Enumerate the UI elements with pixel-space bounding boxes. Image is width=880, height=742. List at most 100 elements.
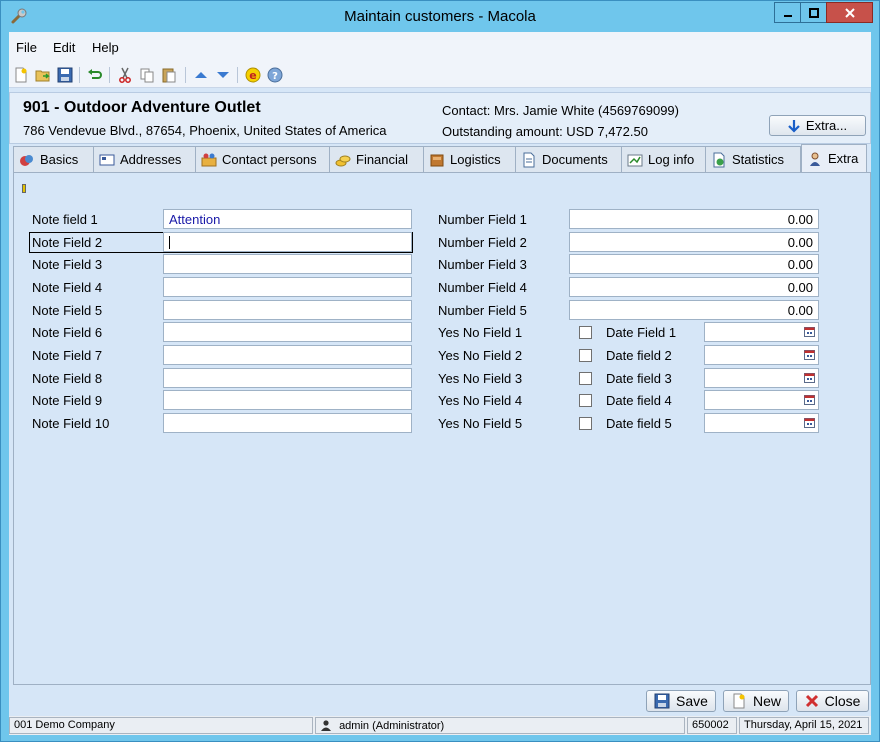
minimize-button[interactable] bbox=[774, 2, 801, 23]
tab-logistics[interactable]: Logistics bbox=[423, 146, 517, 172]
customer-address: 786 Vendevue Blvd., 87654, Phoenix, Unit… bbox=[23, 123, 387, 138]
document-icon bbox=[523, 152, 535, 167]
note-field-5-input[interactable] bbox=[163, 300, 412, 320]
date-field-1-label: Date Field 1 bbox=[606, 325, 677, 340]
close-button-label: Close bbox=[824, 693, 861, 709]
toolbar-separator bbox=[79, 67, 80, 83]
yesno-field-3-checkbox[interactable] bbox=[579, 372, 592, 385]
window-controls bbox=[774, 2, 873, 23]
tab-documents[interactable]: Documents bbox=[515, 146, 623, 172]
undo-icon[interactable] bbox=[87, 67, 103, 83]
note-field-7-label: Note Field 7 bbox=[32, 348, 103, 363]
number-field-5-label: Number Field 5 bbox=[438, 303, 527, 318]
note-field-10-label: Note Field 10 bbox=[32, 416, 110, 431]
number-field-1-label: Number Field 1 bbox=[438, 212, 527, 227]
calendar-icon[interactable] bbox=[804, 395, 815, 405]
yesno-field-2-checkbox[interactable] bbox=[579, 349, 592, 362]
user-icon bbox=[321, 720, 331, 731]
svg-text:e: e bbox=[249, 69, 256, 82]
tab-financial[interactable]: Financial bbox=[329, 146, 425, 172]
app-window: Maintain customers - Macola File Edit He… bbox=[0, 0, 880, 742]
number-field-1-input[interactable]: 0.00 bbox=[569, 209, 819, 229]
svg-text:?: ? bbox=[272, 71, 278, 82]
number-field-3-input[interactable]: 0.00 bbox=[569, 254, 819, 274]
arrow-down-icon bbox=[788, 119, 800, 133]
new-button[interactable]: New bbox=[723, 690, 789, 712]
note-field-2-input[interactable] bbox=[163, 232, 412, 252]
note-field-10-input[interactable] bbox=[163, 413, 412, 433]
date-field-2-input[interactable] bbox=[704, 345, 819, 365]
status-user: admin (Administrator) bbox=[339, 720, 445, 732]
new-icon bbox=[733, 693, 745, 709]
log-icon bbox=[627, 154, 643, 166]
menu-file[interactable]: File bbox=[16, 40, 37, 55]
note-field-4-input[interactable] bbox=[163, 277, 412, 297]
person-icon bbox=[810, 152, 820, 166]
date-field-5-label: Date field 5 bbox=[606, 416, 672, 431]
tab-addresses[interactable]: Addresses bbox=[93, 146, 197, 172]
window-title: Maintain customers - Macola bbox=[344, 8, 536, 25]
calendar-icon[interactable] bbox=[804, 327, 815, 337]
status-bar: 001 Demo Company admin (Administrator) 6… bbox=[9, 716, 871, 735]
yesno-field-1-checkbox[interactable] bbox=[579, 326, 592, 339]
date-field-4-input[interactable] bbox=[704, 390, 819, 410]
previous-icon[interactable] bbox=[193, 67, 209, 83]
note-field-1-input[interactable]: Attention bbox=[163, 209, 412, 229]
customer-title: 901 - Outdoor Adventure Outlet bbox=[23, 99, 261, 116]
date-field-5-input[interactable] bbox=[704, 413, 819, 433]
menu-edit[interactable]: Edit bbox=[53, 40, 75, 55]
maximize-icon bbox=[808, 7, 819, 18]
note-field-4-label: Note Field 4 bbox=[32, 280, 103, 295]
close-window-button[interactable] bbox=[826, 2, 873, 23]
maximize-button[interactable] bbox=[800, 2, 827, 23]
note-field-9-input[interactable] bbox=[163, 390, 412, 410]
number-field-4-input[interactable]: 0.00 bbox=[569, 277, 819, 297]
new-icon[interactable] bbox=[13, 67, 29, 83]
customer-contact: Contact: Mrs. Jamie White (4569769099) bbox=[442, 103, 679, 118]
close-button[interactable]: Close bbox=[796, 690, 869, 712]
date-field-4-label: Date field 4 bbox=[606, 393, 672, 408]
note-field-6-label: Note Field 6 bbox=[32, 325, 103, 340]
help-icon[interactable]: ? bbox=[267, 67, 283, 83]
note-field-6-input[interactable] bbox=[163, 322, 412, 342]
date-field-1-input[interactable] bbox=[704, 322, 819, 342]
tab-contact-persons[interactable]: Contact persons bbox=[195, 146, 331, 172]
yesno-field-4-checkbox[interactable] bbox=[579, 394, 592, 407]
tab-label: Basics bbox=[40, 152, 79, 167]
tab-extra[interactable]: Extra bbox=[801, 144, 867, 172]
tab-strip: Basics Addresses Contact persons Financi… bbox=[13, 144, 871, 172]
extra-button[interactable]: Extra... bbox=[769, 115, 866, 136]
tab-statistics[interactable]: Statistics bbox=[705, 146, 801, 172]
note-field-3-input[interactable] bbox=[163, 254, 412, 274]
calendar-icon[interactable] bbox=[804, 373, 815, 383]
note-field-8-label: Note Field 8 bbox=[32, 371, 103, 386]
menu-help[interactable]: Help bbox=[92, 40, 119, 55]
tab-basics[interactable]: Basics bbox=[13, 146, 95, 172]
paste-icon[interactable] bbox=[161, 67, 177, 83]
tab-log-info[interactable]: Log info bbox=[621, 146, 707, 172]
save-button[interactable]: Save bbox=[646, 690, 716, 712]
date-field-3-input[interactable] bbox=[704, 368, 819, 388]
note-field-1-label: Note field 1 bbox=[32, 212, 98, 227]
cut-icon[interactable] bbox=[117, 67, 133, 83]
open-icon[interactable] bbox=[35, 67, 51, 83]
title-bar[interactable]: Maintain customers - Macola bbox=[1, 1, 879, 32]
note-field-2-label: Note Field 2 bbox=[32, 235, 103, 250]
yesno-field-5-checkbox[interactable] bbox=[579, 417, 592, 430]
note-field-8-input[interactable] bbox=[163, 368, 412, 388]
note-field-7-input[interactable] bbox=[163, 345, 412, 365]
number-field-2-input[interactable]: 0.00 bbox=[569, 232, 819, 252]
note-field-3-label: Note Field 3 bbox=[32, 257, 103, 272]
next-icon[interactable] bbox=[215, 67, 231, 83]
status-company: 001 Demo Company bbox=[9, 717, 313, 734]
number-field-2-label: Number Field 2 bbox=[438, 235, 527, 250]
close-x-icon bbox=[805, 694, 818, 708]
copy-icon[interactable] bbox=[139, 67, 155, 83]
calendar-icon[interactable] bbox=[804, 418, 815, 428]
basics-icon bbox=[20, 154, 33, 166]
save-icon[interactable] bbox=[57, 67, 73, 83]
number-field-5-input[interactable]: 0.00 bbox=[569, 300, 819, 320]
exact-icon[interactable]: e bbox=[245, 67, 261, 83]
close-icon bbox=[844, 7, 855, 18]
calendar-icon[interactable] bbox=[804, 350, 815, 360]
